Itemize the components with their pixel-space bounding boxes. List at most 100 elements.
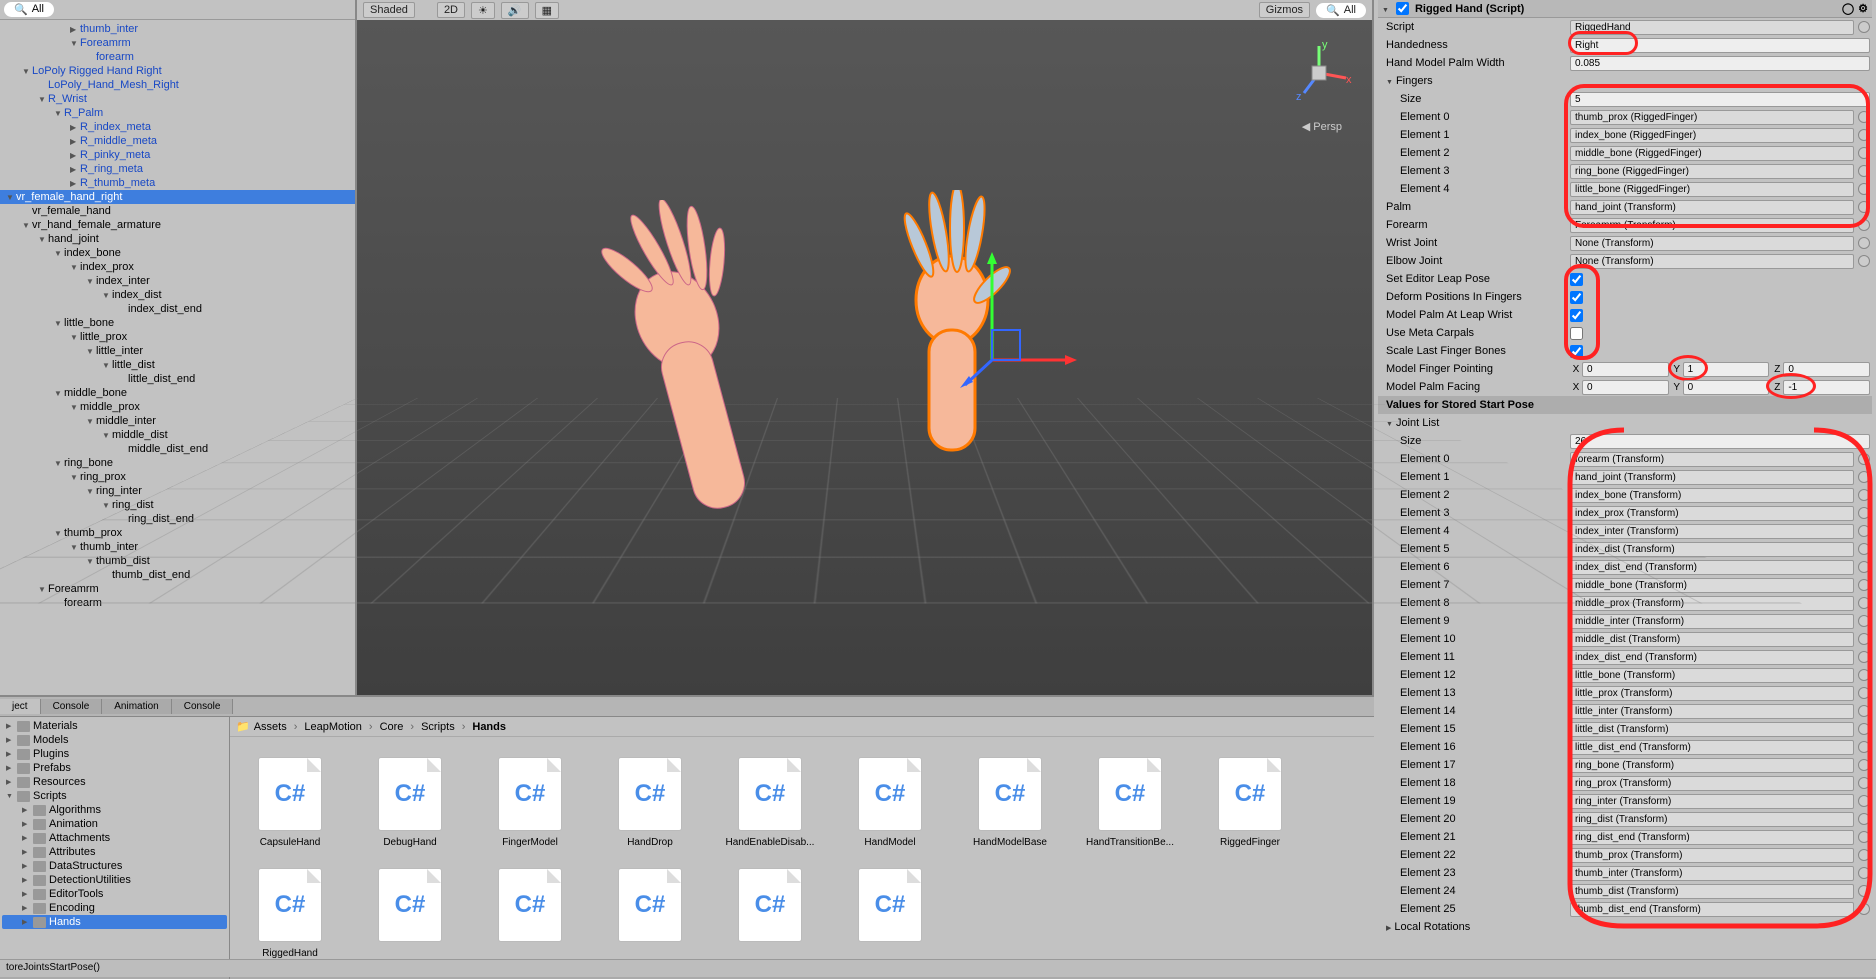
asset-item[interactable]: C#HandTransitionBe... — [1080, 757, 1180, 848]
asset-item[interactable]: C#CapsuleHand — [240, 757, 340, 848]
object-picker-icon[interactable] — [1858, 165, 1870, 177]
component-enabled[interactable] — [1396, 2, 1409, 15]
asset-item[interactable]: C# — [480, 868, 580, 959]
hierarchy-item[interactable]: ▼hand_joint — [0, 232, 355, 246]
hierarchy-item[interactable]: vr_female_hand — [0, 204, 355, 218]
asset-item[interactable]: C#DebugHand — [360, 757, 460, 848]
object-picker-icon[interactable] — [1858, 507, 1870, 519]
hierarchy-item[interactable]: ▼index_dist — [0, 288, 355, 302]
pf-z[interactable]: -1 — [1783, 380, 1870, 395]
deform-checkbox[interactable] — [1570, 291, 1583, 304]
joint-field[interactable]: little_prox (Transform) — [1570, 686, 1854, 701]
folder-item[interactable]: ▶Attributes — [2, 845, 227, 859]
object-picker-icon[interactable] — [1858, 561, 1870, 573]
hierarchy-item[interactable]: ▶R_middle_meta — [0, 134, 355, 148]
object-picker-icon[interactable] — [1858, 885, 1870, 897]
meta-checkbox[interactable] — [1570, 327, 1583, 340]
hierarchy-item[interactable]: ▶thumb_inter — [0, 22, 355, 36]
joint-field[interactable]: little_bone (Transform) — [1570, 668, 1854, 683]
2d-toggle[interactable]: 2D — [437, 2, 465, 18]
object-picker-icon[interactable] — [1858, 759, 1870, 771]
joint-field[interactable]: ring_dist (Transform) — [1570, 812, 1854, 827]
asset-item[interactable]: C# — [600, 868, 700, 959]
joint-field[interactable]: forearm (Transform) — [1570, 452, 1854, 467]
joint-field[interactable]: ring_prox (Transform) — [1570, 776, 1854, 791]
joint-field[interactable]: thumb_dist (Transform) — [1570, 884, 1854, 899]
object-picker-icon[interactable] — [1858, 633, 1870, 645]
object-picker-icon[interactable] — [1858, 705, 1870, 717]
joint-field[interactable]: ring_dist_end (Transform) — [1570, 830, 1854, 845]
folder-item[interactable]: ▶Algorithms — [2, 803, 227, 817]
hierarchy-item[interactable]: ▼R_Palm — [0, 106, 355, 120]
object-picker-icon[interactable] — [1858, 471, 1870, 483]
joint-field[interactable]: little_dist_end (Transform) — [1570, 740, 1854, 755]
breadcrumb-item[interactable]: Hands — [472, 721, 506, 733]
joint-field[interactable]: middle_inter (Transform) — [1570, 614, 1854, 629]
asset-item[interactable]: C#HandDrop — [600, 757, 700, 848]
object-picker-icon[interactable] — [1858, 489, 1870, 501]
hierarchy-item[interactable]: ▼little_prox — [0, 330, 355, 344]
hierarchy-item[interactable]: little_dist_end — [0, 372, 355, 386]
object-picker-icon[interactable] — [1858, 651, 1870, 663]
project-folders[interactable]: ▶Materials▶Models▶Plugins▶Prefabs▶Resour… — [0, 717, 230, 979]
object-picker-icon[interactable] — [1858, 723, 1870, 735]
light-toggle[interactable]: ☀ — [471, 2, 495, 19]
joint-field[interactable]: index_bone (Transform) — [1570, 488, 1854, 503]
joint-field[interactable]: thumb_prox (Transform) — [1570, 848, 1854, 863]
object-picker-icon[interactable] — [1858, 579, 1870, 591]
folder-item[interactable]: ▶Animation — [2, 817, 227, 831]
hierarchy-item[interactable]: index_dist_end — [0, 302, 355, 316]
hierarchy-item[interactable]: LoPoly_Hand_Mesh_Right — [0, 78, 355, 92]
folder-item[interactable]: ▶EditorTools — [2, 887, 227, 901]
asset-item[interactable]: C# — [360, 868, 460, 959]
object-picker-icon[interactable] — [1858, 237, 1870, 249]
forearm-field[interactable]: Foreamrm (Transform) — [1570, 218, 1854, 233]
set-pose-checkbox[interactable] — [1570, 273, 1583, 286]
orientation-gizmo[interactable]: y x z — [1284, 38, 1354, 108]
joint-field[interactable]: middle_dist (Transform) — [1570, 632, 1854, 647]
object-picker-icon[interactable] — [1858, 795, 1870, 807]
settings-icon[interactable]: ⚙ — [1858, 2, 1868, 15]
hierarchy-item[interactable]: ▼Foreamrm — [0, 36, 355, 50]
object-picker-icon[interactable] — [1858, 615, 1870, 627]
hierarchy-item[interactable]: ▼little_inter — [0, 344, 355, 358]
finger-field[interactable]: index_bone (RiggedFinger) — [1570, 128, 1854, 143]
fp-z[interactable]: 0 — [1783, 362, 1870, 377]
assets-grid[interactable]: C#CapsuleHandC#DebugHandC#FingerModelC#H… — [230, 737, 1374, 979]
hierarchy-item[interactable]: forearm — [0, 50, 355, 64]
fp-y[interactable]: 1 — [1683, 362, 1770, 377]
foldout-icon[interactable] — [1382, 3, 1392, 15]
hierarchy-item[interactable]: ▼R_Wrist — [0, 92, 355, 106]
breadcrumb-item[interactable]: LeapMotion — [304, 721, 362, 733]
object-picker-icon[interactable] — [1858, 147, 1870, 159]
object-picker-icon[interactable] — [1858, 255, 1870, 267]
object-picker-icon[interactable] — [1858, 867, 1870, 879]
viewport-canvas[interactable]: y x z ◀ Persp — [357, 20, 1372, 695]
hierarchy-item[interactable]: ▼LoPoly Rigged Hand Right — [0, 64, 355, 78]
finger-field[interactable]: thumb_prox (RiggedFinger) — [1570, 110, 1854, 125]
breadcrumb[interactable]: 📁 AssetsLeapMotionCoreScriptsHands — [230, 717, 1374, 737]
object-picker-icon[interactable] — [1858, 219, 1870, 231]
tab[interactable]: Animation — [102, 699, 171, 714]
transform-gizmo[interactable] — [957, 250, 1077, 390]
hierarchy-item[interactable]: ▼middle_bone — [0, 386, 355, 400]
palm-field[interactable]: hand_joint (Transform) — [1570, 200, 1854, 215]
hierarchy-item[interactable]: ▶R_thumb_meta — [0, 176, 355, 190]
component-header[interactable]: Rigged Hand (Script) ◯ ⚙ — [1378, 0, 1872, 18]
elbow-field[interactable]: None (Transform) — [1570, 254, 1854, 269]
shading-dropdown[interactable]: Shaded — [363, 2, 415, 18]
folder-item[interactable]: ▼Scripts — [2, 789, 227, 803]
asset-item[interactable]: C#RiggedFinger — [1200, 757, 1300, 848]
joint-field[interactable]: hand_joint (Transform) — [1570, 470, 1854, 485]
asset-item[interactable]: C# — [840, 868, 940, 959]
palm-width-field[interactable]: 0.085 — [1570, 56, 1870, 71]
finger-field[interactable]: little_bone (RiggedFinger) — [1570, 182, 1854, 197]
object-picker-icon[interactable] — [1858, 813, 1870, 825]
fingers-size[interactable]: 5 — [1570, 92, 1870, 107]
folder-item[interactable]: ▶DetectionUtilities — [2, 873, 227, 887]
hierarchy-item[interactable]: ▼index_inter — [0, 274, 355, 288]
joint-field[interactable]: ring_inter (Transform) — [1570, 794, 1854, 809]
object-picker-icon[interactable] — [1858, 201, 1870, 213]
object-picker-icon[interactable] — [1858, 687, 1870, 699]
joints-size[interactable]: 26 — [1570, 434, 1870, 449]
